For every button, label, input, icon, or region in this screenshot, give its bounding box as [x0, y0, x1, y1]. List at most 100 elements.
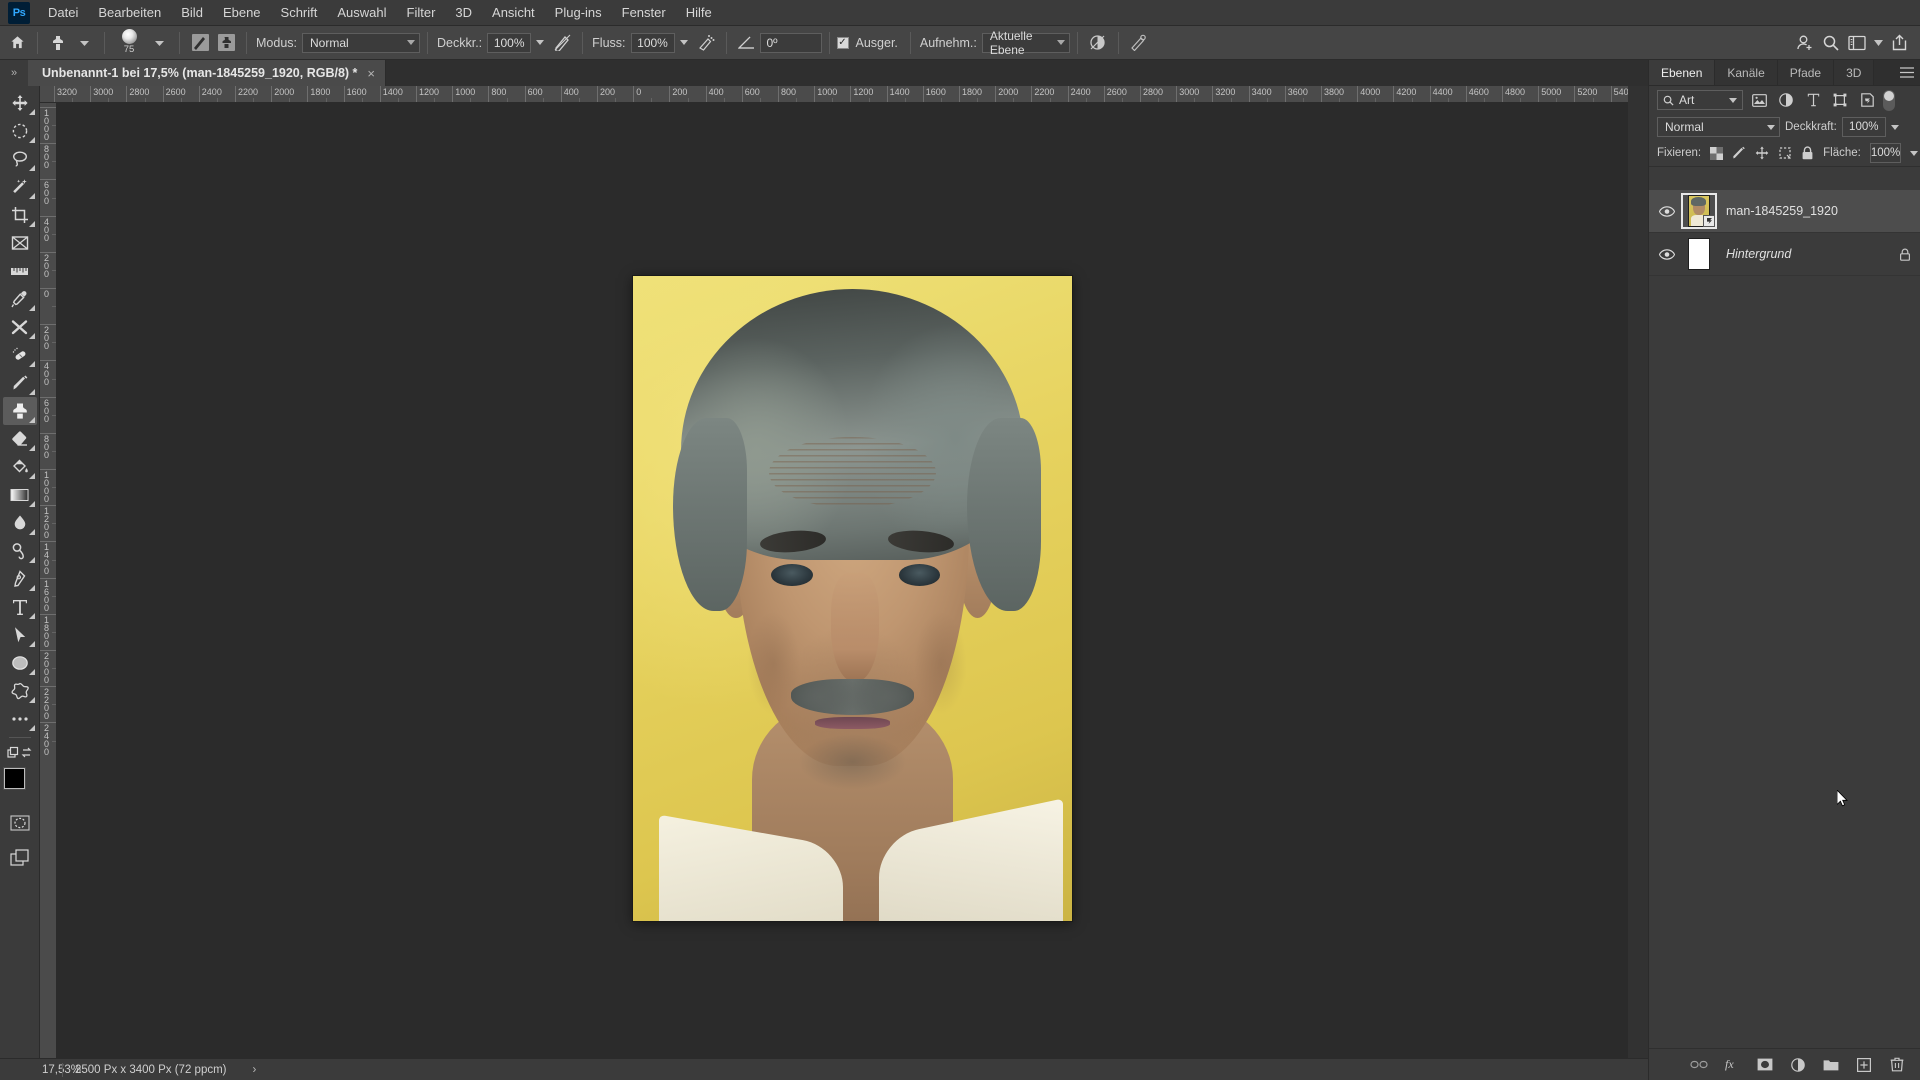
lock-artboard-nesting-icon[interactable] — [1778, 145, 1792, 161]
custom-shape-tool[interactable] — [3, 677, 37, 705]
menu-fenster[interactable]: Fenster — [612, 1, 676, 25]
lock-all-icon[interactable] — [1801, 145, 1814, 161]
canvas-area[interactable] — [57, 103, 1628, 1066]
layer-name[interactable]: man-1845259_1920 — [1717, 204, 1890, 218]
fill-chevron-icon[interactable] — [1910, 150, 1919, 156]
tab-kanaele[interactable]: Kanäle — [1715, 60, 1778, 85]
table-row[interactable]: Hintergrund — [1649, 233, 1920, 276]
menu-datei[interactable]: Datei — [38, 1, 88, 25]
status-expand-arrow-icon[interactable]: › — [253, 1064, 257, 1076]
aligned-checkbox[interactable]: ✓ Ausger. — [836, 36, 903, 50]
lock-transparent-pixels-icon[interactable] — [1710, 145, 1724, 161]
new-group-icon[interactable] — [1822, 1056, 1840, 1074]
more-tools-button[interactable] — [3, 705, 37, 733]
pixel-filter-icon[interactable] — [1748, 90, 1770, 110]
pen-tool[interactable] — [3, 565, 37, 593]
clone-stamp-preset-icon[interactable] — [45, 30, 71, 56]
menu-bild[interactable]: Bild — [171, 1, 213, 25]
menu-hilfe[interactable]: Hilfe — [676, 1, 722, 25]
panel-menu-icon[interactable] — [1894, 60, 1920, 85]
menu-3d[interactable]: 3D — [445, 1, 482, 25]
zoom-level[interactable]: 17,53% — [0, 1064, 81, 1076]
eraser-tool[interactable] — [3, 425, 37, 453]
layer-opacity-field[interactable]: 100% — [1841, 117, 1886, 137]
home-icon[interactable] — [4, 30, 30, 56]
image-canvas[interactable] — [633, 276, 1072, 921]
layer-blend-mode-select[interactable]: Normal — [1657, 117, 1780, 137]
layer-name[interactable]: Hintergrund — [1717, 247, 1890, 261]
lasso-tool[interactable] — [3, 145, 37, 173]
workspace-icon[interactable] — [1844, 30, 1870, 56]
edit-toolbar-button[interactable] — [3, 742, 37, 764]
smart-object-filter-icon[interactable] — [1856, 90, 1878, 110]
vertical-ruler[interactable]: 1000 800 600 400 200 0 200 400 600 800 1000 1200 140… — [40, 103, 57, 1066]
foreground-color-chip[interactable] — [3, 768, 25, 789]
gradient-tool[interactable] — [3, 481, 37, 509]
tab-ebenen[interactable]: Ebenen — [1649, 60, 1716, 85]
add-layer-style-icon[interactable]: fx — [1723, 1056, 1741, 1074]
lock-image-pixels-icon[interactable] — [1732, 145, 1746, 161]
frame-tool[interactable] — [3, 229, 37, 257]
menu-filter[interactable]: Filter — [397, 1, 446, 25]
table-row[interactable]: man-1845259_1920 — [1649, 190, 1920, 233]
close-icon[interactable]: × — [367, 66, 375, 81]
delete-layer-icon[interactable] — [1888, 1056, 1906, 1074]
collapse-panel-arrows-icon[interactable]: » — [0, 60, 28, 86]
tab-pfade[interactable]: Pfade — [1777, 60, 1835, 85]
tab-3d[interactable]: 3D — [1834, 60, 1875, 85]
brush-settings-panel-icon[interactable] — [187, 30, 213, 56]
search-icon[interactable] — [1818, 30, 1844, 56]
brush-size-preview[interactable]: 75 — [112, 28, 146, 58]
opacity-field[interactable]: 100% — [487, 32, 532, 53]
crop-tool[interactable] — [3, 201, 37, 229]
flow-field[interactable]: 100% — [630, 32, 675, 53]
share-account-icon[interactable] — [1792, 30, 1818, 56]
layer-visibility-toggle[interactable] — [1653, 248, 1681, 260]
filter-toggle[interactable] — [1883, 89, 1895, 111]
export-icon[interactable] — [1886, 30, 1912, 56]
blend-mode-select[interactable]: Normal — [302, 32, 420, 53]
type-filter-icon[interactable] — [1802, 90, 1824, 110]
pressure-opacity-icon[interactable] — [549, 30, 575, 56]
pressure-size-icon[interactable] — [1126, 30, 1152, 56]
brush-chevron-icon[interactable] — [146, 30, 172, 56]
layer-list[interactable]: man-1845259_1920 Hintergrund — [1649, 190, 1920, 1048]
link-layers-icon[interactable] — [1690, 1056, 1708, 1074]
airbrush-icon[interactable] — [693, 30, 719, 56]
blur-tool[interactable] — [3, 509, 37, 537]
clone-source-panel-icon[interactable] — [213, 30, 239, 56]
filter-type-select[interactable]: Art — [1657, 90, 1743, 110]
quick-mask-button[interactable] — [3, 809, 37, 837]
opacity-chevron-icon[interactable] — [1890, 124, 1899, 130]
adjustment-filter-icon[interactable] — [1775, 90, 1797, 110]
eyedropper-tool[interactable] — [3, 285, 37, 313]
marquee-tool[interactable] — [3, 117, 37, 145]
screen-mode-button[interactable] — [3, 843, 37, 871]
path-selection-tool[interactable] — [3, 621, 37, 649]
opacity-chevron-icon[interactable] — [531, 30, 549, 56]
brush-tool[interactable] — [3, 369, 37, 397]
menu-auswahl[interactable]: Auswahl — [327, 1, 396, 25]
menu-schrift[interactable]: Schrift — [271, 1, 328, 25]
flow-chevron-icon[interactable] — [675, 30, 693, 56]
clone-stamp-tool[interactable] — [2, 397, 37, 425]
menu-ansicht[interactable]: Ansicht — [482, 1, 545, 25]
type-tool[interactable] — [3, 593, 37, 621]
menu-bearbeiten[interactable]: Bearbeiten — [88, 1, 171, 25]
new-layer-icon[interactable] — [1855, 1056, 1873, 1074]
sample-select[interactable]: Aktuelle Ebene — [981, 29, 1070, 57]
horizontal-ruler[interactable]: 3200 3000 2800 2600 2400 2200 2000 1800 1600 1400… — [40, 86, 1628, 103]
layer-visibility-toggle[interactable] — [1653, 205, 1681, 217]
paint-bucket-tool[interactable] — [3, 453, 37, 481]
layer-thumbnail[interactable] — [1681, 193, 1717, 229]
magic-wand-tool[interactable] — [3, 173, 37, 201]
shape-filter-icon[interactable] — [1829, 90, 1851, 110]
fill-field[interactable]: 100% — [1869, 143, 1902, 163]
ruler-tool[interactable] — [3, 257, 37, 285]
chevron-down-icon[interactable] — [1870, 30, 1886, 56]
ellipse-tool[interactable] — [3, 649, 37, 677]
layer-thumbnail[interactable] — [1681, 236, 1717, 272]
new-adjustment-layer-icon[interactable] — [1789, 1056, 1807, 1074]
healing-brush-tool[interactable] — [3, 313, 37, 341]
preset-chevron-icon[interactable] — [71, 30, 97, 56]
